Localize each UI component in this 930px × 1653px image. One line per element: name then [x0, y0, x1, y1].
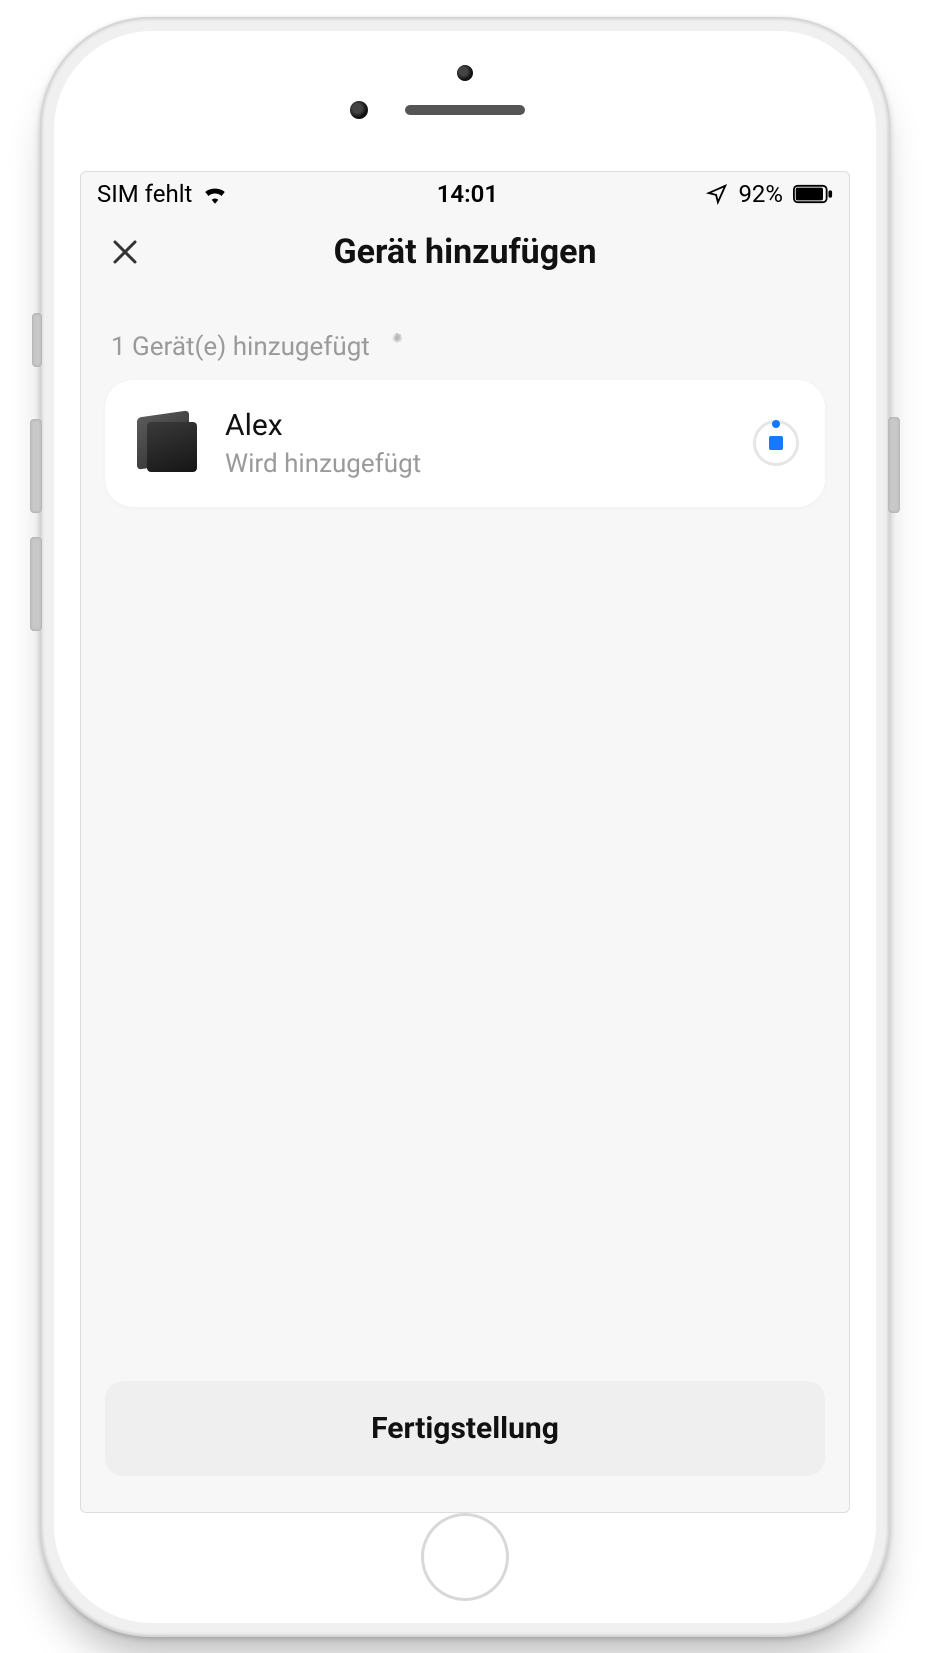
close-icon[interactable] [105, 232, 145, 272]
volume-up-button [30, 419, 42, 513]
front-camera [350, 101, 368, 119]
volume-down-button [30, 537, 42, 631]
device-thumbnail [131, 410, 201, 476]
device-status-label: Wird hinzugefügt [225, 449, 729, 479]
home-button[interactable] [421, 1513, 509, 1601]
progress-spinner-icon [753, 420, 799, 466]
proximity-sensor [457, 65, 473, 81]
content-area: 1 Gerät(e) hinzugefügt [81, 292, 849, 1381]
carrier-text: SIM fehlt [97, 180, 192, 208]
earpiece-speaker [405, 105, 525, 115]
mute-switch [32, 313, 42, 367]
status-bar: SIM fehlt 14:01 92% [81, 172, 849, 216]
battery-percent: 92% [738, 180, 783, 208]
battery-icon [793, 184, 833, 204]
clock: 14:01 [437, 180, 498, 208]
added-count-label: 1 Gerät(e) hinzugefügt [111, 332, 370, 362]
added-count-row: 1 Gerät(e) hinzugefügt [105, 332, 825, 380]
wifi-icon [202, 184, 228, 204]
footer: Fertigstellung [81, 1381, 849, 1512]
page-title: Gerät hinzufügen [81, 232, 849, 272]
loading-spinner-icon [384, 334, 410, 360]
device-text: Alex Wird hinzugefügt [225, 408, 729, 479]
phone-bezel: SIM fehlt 14:01 92% [54, 31, 876, 1623]
power-button [888, 417, 900, 513]
nav-bar: Gerät hinzufügen [81, 216, 849, 292]
finish-button[interactable]: Fertigstellung [105, 1381, 825, 1476]
location-icon [706, 183, 728, 205]
device-name-label: Alex [225, 408, 729, 443]
phone-frame: SIM fehlt 14:01 92% [40, 17, 890, 1637]
screen: SIM fehlt 14:01 92% [80, 171, 850, 1513]
device-card[interactable]: Alex Wird hinzugefügt [105, 380, 825, 507]
